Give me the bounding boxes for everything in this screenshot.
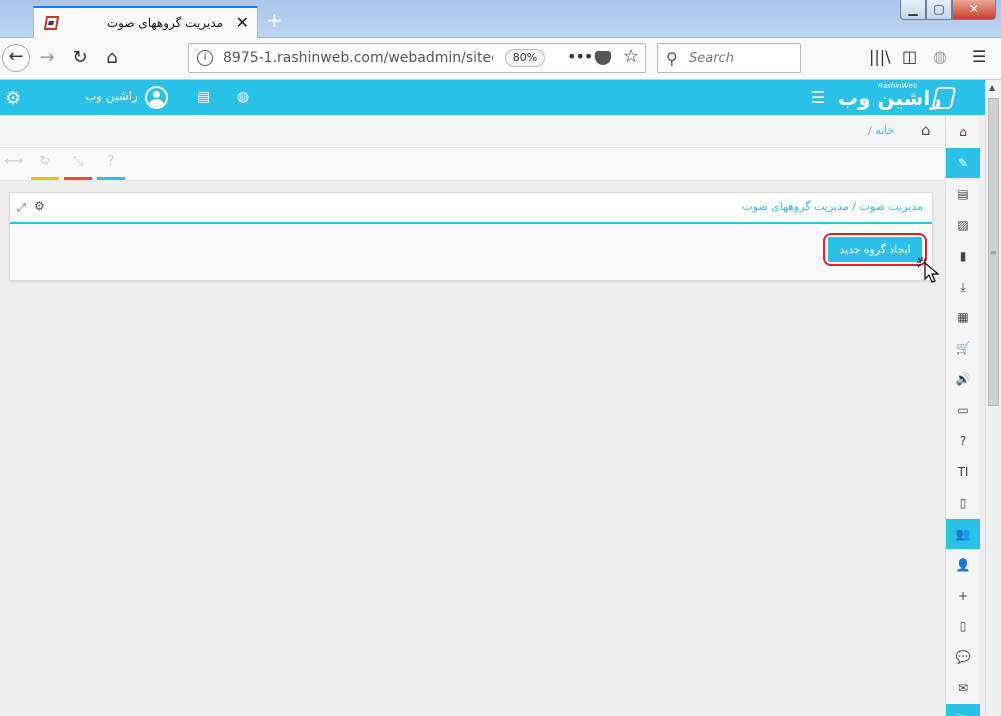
edit-icon[interactable]: ✎: [946, 147, 980, 178]
window-minimize-button[interactable]: ▁: [900, 0, 926, 20]
text-icon[interactable]: TI: [946, 457, 980, 487]
film-icon[interactable]: ▦: [946, 302, 980, 332]
tab-close-icon[interactable]: ✕: [236, 13, 249, 32]
volume-icon[interactable]: 🔊: [946, 364, 980, 394]
window-close-button[interactable]: ✕: [952, 0, 996, 20]
news-icon[interactable]: ▤: [946, 179, 980, 209]
mobile-icon[interactable]: ▯: [946, 611, 980, 641]
page-actions-icon[interactable]: •••: [567, 47, 593, 66]
content-panel: ⤢ ⚙ مدیریت صوت / مدیریت گروههای صوت ایجا…: [9, 192, 940, 283]
folder-icon[interactable]: 🗁: [946, 704, 980, 716]
globe-view-site-icon[interactable]: ◍: [237, 89, 249, 105]
create-new-group-button[interactable]: ایجاد گروه جدید: [828, 237, 922, 262]
messages-icon[interactable]: ▤: [197, 89, 210, 105]
back-button[interactable]: ←: [2, 44, 30, 72]
mail-icon[interactable]: ✉: [946, 673, 980, 703]
sidebar-toggle-icon[interactable]: ◫: [902, 47, 917, 66]
breadcrumb-home-icon[interactable]: ⌂: [921, 121, 931, 139]
expand-icon[interactable]: ⤢: [17, 201, 26, 215]
fullscreen-icon[interactable]: ⤡: [64, 154, 92, 180]
site-favicon-icon: [44, 16, 60, 30]
settings-gear-icon[interactable]: ⚙: [5, 88, 21, 109]
window-maximize-button[interactable]: ▢: [926, 0, 952, 20]
new-tab-button[interactable]: +: [266, 8, 283, 32]
resize-horizontal-icon[interactable]: ⟷: [0, 154, 28, 180]
forward-button[interactable]: →: [33, 44, 61, 72]
logo-mark-icon: [931, 87, 957, 109]
image-icon[interactable]: ▨: [946, 210, 980, 240]
page-icon[interactable]: ▯: [946, 488, 980, 518]
logo-subtext: RashinWeb: [878, 82, 918, 90]
bookmark-star-icon[interactable]: ☆: [623, 46, 639, 67]
globe-icon[interactable]: ◍: [933, 47, 947, 66]
url-bar[interactable]: i 8975-1.rashinweb.com/webadmin/siteco 8…: [188, 43, 646, 73]
cart-icon[interactable]: 🛒: [946, 333, 980, 363]
panel-title: مدیریت صوت / مدیریت گروههای صوت: [742, 200, 923, 213]
comments-icon[interactable]: 💬: [946, 642, 980, 672]
scroll-up-icon[interactable]: ▲: [989, 83, 995, 92]
refresh-color-bar: [31, 177, 59, 180]
search-icon: ⚲: [666, 49, 678, 68]
download-icon[interactable]: ⤓: [946, 272, 980, 302]
panel-toolbar: ⟷ ↻ ⤡ ?: [0, 148, 945, 181]
home-icon[interactable]: ⌂: [946, 117, 980, 147]
scrollbar-grip-icon: ≡: [990, 248, 997, 257]
refresh-icon[interactable]: ↻: [31, 154, 59, 180]
question-icon[interactable]: ?: [946, 426, 980, 456]
user-avatar[interactable]: [145, 86, 168, 109]
search-placeholder: Search: [689, 51, 734, 66]
reload-button[interactable]: ↻: [66, 44, 94, 72]
breadcrumb-home-link[interactable]: خانه: [875, 124, 894, 137]
tab-title: مدیریت گروههای صوت: [106, 16, 223, 30]
panel-settings-icon[interactable]: ⚙: [34, 199, 45, 213]
browser-tab[interactable]: مدیریت گروههای صوت ✕: [33, 6, 258, 38]
app-menu-icon[interactable]: ☰: [811, 88, 825, 107]
right-sidebar: ⌂✎▤▨▮⤓▦🛒🔊▭?TI▯👥👤+▯💬✉🗁: [945, 115, 980, 716]
page-viewport: ⚙ راشین وب ▤ ◍ ☰ راشین وب RashinWeb ⌂ خا…: [0, 80, 985, 716]
user-name[interactable]: راشین وب: [85, 89, 138, 103]
url-text[interactable]: 8975-1.rashinweb.com/webadmin/siteco: [223, 50, 493, 66]
library-icon[interactable]: |||\: [869, 47, 891, 66]
help-icon[interactable]: ?: [97, 154, 125, 180]
browser-titlebar: مدیریت گروههای صوت ✕ + ▁ ▢ ✕: [0, 0, 1001, 38]
search-input[interactable]: ⚲ Search: [657, 43, 801, 73]
fullscreen-color-bar: [64, 177, 92, 180]
user-icon[interactable]: 👤: [946, 550, 980, 580]
breadcrumb-separator: /: [868, 124, 872, 137]
site-logo: راشین وب RashinWeb: [838, 82, 957, 113]
panel-header: ⤢ ⚙ مدیریت صوت / مدیریت گروههای صوت: [10, 193, 932, 224]
site-info-icon[interactable]: i: [197, 50, 213, 66]
breadcrumb: ⌂ خانه /: [0, 115, 945, 148]
user-add-icon[interactable]: +: [946, 581, 980, 611]
pocket-icon[interactable]: [595, 51, 611, 65]
vertical-scrollbar[interactable]: ▲ ≡: [985, 80, 1001, 716]
file-icon[interactable]: ▮: [946, 241, 980, 271]
mouse-cursor-icon: [917, 257, 940, 283]
home-button[interactable]: ⌂: [98, 44, 126, 72]
users-icon[interactable]: 👥: [946, 518, 980, 549]
app-header: ⚙ راشین وب ▤ ◍ ☰ راشین وب RashinWeb: [0, 80, 985, 115]
monitor-icon[interactable]: ▭: [946, 395, 980, 425]
zoom-indicator[interactable]: 80%: [505, 49, 545, 67]
menu-icon[interactable]: ☰: [972, 47, 986, 66]
help-color-bar: [97, 177, 125, 180]
browser-navbar: ← → ↻ ⌂ i 8975-1.rashinweb.com/webadmin/…: [0, 38, 1001, 80]
breadcrumb-text[interactable]: خانه /: [868, 124, 894, 137]
